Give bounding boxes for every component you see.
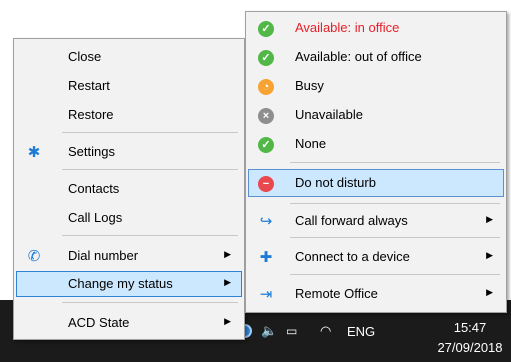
menu-item-label: Remote Office — [295, 286, 378, 301]
menu-separator — [62, 132, 238, 133]
clock-circle-icon: ◔ — [258, 79, 274, 95]
menu-item-call-forward-always[interactable]: ↪ Call forward always ▶ — [248, 208, 504, 234]
menu-item-label: Close — [68, 49, 102, 64]
menu-item-change-status[interactable]: Change my status ▶ — [16, 271, 242, 297]
submenu-arrow-icon: ▶ — [224, 277, 231, 287]
status-busy[interactable]: ◔ Busy — [248, 73, 504, 99]
menu-item-label: Change my status — [68, 276, 173, 291]
submenu-arrow-icon: ▶ — [486, 214, 493, 224]
menu-item-dial-number[interactable]: ✆ Dial number ▶ — [16, 243, 242, 269]
menu-separator — [290, 237, 500, 238]
menu-separator — [62, 302, 238, 303]
check-circle-icon: ✓ — [258, 50, 274, 66]
status-none[interactable]: ✓ None — [248, 131, 504, 157]
menu-item-label: Contacts — [68, 181, 120, 196]
menu-item-close[interactable]: Close — [16, 44, 242, 70]
status-label: Available: in office — [295, 20, 400, 35]
status-available-out-of-office[interactable]: ✓ Available: out of office — [248, 44, 504, 70]
phone-plus-icon: ✚ — [259, 249, 273, 266]
status-label: Do not disturb — [295, 175, 376, 190]
menu-item-remote-office[interactable]: ⇥ Remote Office ▶ — [248, 281, 504, 307]
clock-date: 27/09/2018 — [437, 340, 503, 355]
phone-forward-icon: ↪ — [259, 213, 273, 230]
menu-separator — [290, 203, 500, 204]
menu-separator — [62, 169, 238, 170]
menu-item-label: Restart — [68, 78, 110, 93]
check-circle-icon: ✓ — [258, 21, 274, 37]
menu-item-label: ACD State — [68, 315, 130, 330]
phone-icon: ✆ — [27, 248, 41, 265]
menu-item-connect-device[interactable]: ✚ Connect to a device ▶ — [248, 244, 504, 270]
status-label: None — [295, 136, 327, 151]
menu-item-label: Connect to a device — [295, 249, 410, 264]
tray-context-menu: Close Restart Restore ✱ Settings Contact… — [13, 38, 245, 340]
submenu-arrow-icon: ▶ — [486, 287, 493, 297]
check-circle-icon: ✓ — [258, 137, 274, 153]
status-label: Busy — [295, 78, 324, 93]
menu-item-restart[interactable]: Restart — [16, 73, 242, 99]
menu-item-contacts[interactable]: Contacts — [16, 176, 242, 202]
exit-arrow-icon: ⇥ — [259, 286, 273, 303]
status-unavailable[interactable]: × Unavailable — [248, 102, 504, 128]
menu-item-label: Settings — [68, 144, 115, 159]
clock[interactable]: 15:47 27/09/2018 — [430, 318, 510, 358]
status-available-in-office[interactable]: ✓ Available: in office — [248, 15, 504, 41]
submenu-arrow-icon: ▶ — [224, 316, 231, 326]
menu-separator — [62, 235, 238, 236]
status-label: Unavailable — [295, 107, 363, 122]
menu-separator — [290, 162, 500, 163]
menu-item-label: Dial number — [68, 248, 139, 263]
menu-separator — [290, 274, 500, 275]
x-circle-icon: × — [258, 108, 274, 124]
menu-item-label: Call Logs — [68, 210, 123, 225]
clock-time: 15:47 — [453, 320, 487, 335]
status-do-not-disturb[interactable]: − Do not disturb — [248, 169, 504, 197]
submenu-arrow-icon: ▶ — [486, 250, 493, 260]
minus-circle-icon: − — [258, 176, 274, 192]
menu-item-label: Call forward always — [295, 213, 408, 228]
gear-icon: ✱ — [27, 144, 41, 161]
menu-item-acd-state[interactable]: ACD State ▶ — [16, 310, 242, 336]
menu-item-label: Restore — [68, 107, 114, 122]
status-submenu: ✓ Available: in office ✓ Available: out … — [245, 11, 507, 313]
menu-item-call-logs[interactable]: Call Logs — [16, 205, 242, 231]
submenu-arrow-icon: ▶ — [224, 249, 231, 259]
menu-item-settings[interactable]: ✱ Settings — [16, 139, 242, 165]
status-label: Available: out of office — [295, 49, 422, 64]
menu-item-restore[interactable]: Restore — [16, 102, 242, 128]
